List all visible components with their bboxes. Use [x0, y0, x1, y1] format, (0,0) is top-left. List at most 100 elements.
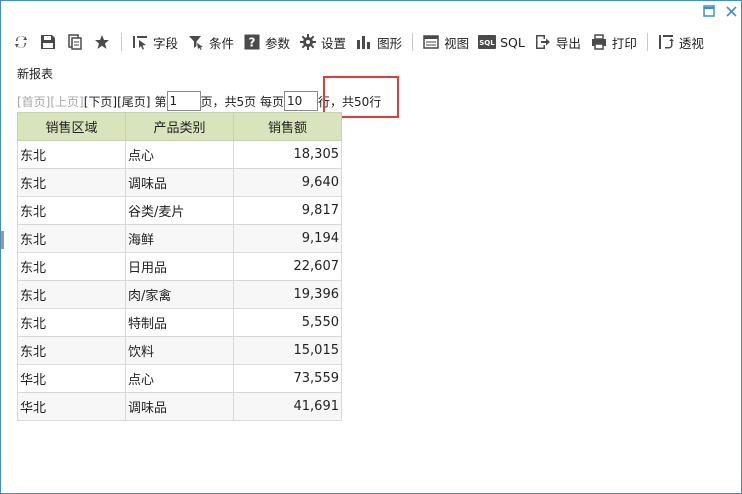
- filter-icon: [187, 33, 205, 51]
- sales-cell: 19,396: [233, 280, 342, 309]
- category-cell: 海鲜: [125, 224, 234, 253]
- gear-icon: [299, 33, 317, 51]
- print-label: 打印: [611, 35, 637, 51]
- export-button[interactable]: 导出: [531, 29, 584, 55]
- page-suffix: 页，共5页 每页: [200, 94, 284, 109]
- save-icon: [39, 33, 57, 51]
- column-header[interactable]: 销售区域: [17, 112, 126, 141]
- next-page-link[interactable]: [下页]: [84, 93, 117, 110]
- table-row: 东北 点心 18,305: [17, 140, 342, 169]
- save-as-icon: [66, 33, 84, 51]
- region-cell: 东北: [17, 336, 126, 365]
- export-icon: [534, 33, 552, 51]
- table-row: 东北 调味品 9,640: [17, 168, 342, 197]
- region-cell: 华北: [17, 392, 126, 421]
- table-row: 东北 日用品 22,607: [17, 252, 342, 281]
- region-cell: 东北: [17, 308, 126, 337]
- chart-icon: [355, 33, 373, 51]
- settings-button[interactable]: 设置: [296, 29, 349, 55]
- report-table: 销售区域 产品类别 销售额 东北 点心 18,305 东北 调味品 9,640 东北 谷类…: [17, 112, 342, 421]
- svg-text:?: ?: [249, 36, 256, 50]
- page-size-input[interactable]: [283, 91, 318, 111]
- field-label: 字段: [153, 35, 179, 51]
- table-row: 东北 谷类/麦片 9,817: [17, 196, 342, 225]
- sales-cell: 15,015: [233, 336, 342, 365]
- table-row: 东北 海鲜 9,194: [17, 224, 342, 253]
- toolbar-separator: [412, 33, 414, 51]
- close-icon[interactable]: [723, 5, 739, 21]
- param-icon: ?: [243, 33, 261, 51]
- param-label: 参数: [265, 35, 291, 51]
- pivot-button[interactable]: 透视: [654, 29, 707, 55]
- sales-cell: 41,691: [233, 392, 342, 421]
- refresh-icon: [12, 33, 30, 51]
- report-window: 字段 条件 ? 参数 设置 图形 视图 SQL SQL 导出 打印 透视 新报表…: [0, 0, 742, 494]
- save-button[interactable]: [36, 29, 60, 55]
- view-button[interactable]: 视图: [419, 29, 472, 55]
- region-cell: 东北: [17, 252, 126, 281]
- region-cell: 华北: [17, 364, 126, 393]
- first-page-link[interactable]: [首页]: [17, 93, 50, 110]
- chart-label: 图形: [377, 35, 403, 51]
- report-title: 新报表: [17, 67, 54, 81]
- region-cell: 东北: [17, 168, 126, 197]
- sales-cell: 9,194: [233, 224, 342, 253]
- page-number-input[interactable]: [166, 91, 201, 111]
- export-label: 导出: [555, 35, 581, 51]
- svg-text:SQL: SQL: [479, 39, 495, 47]
- table-row: 东北 特制品 5,550: [17, 308, 342, 337]
- column-header[interactable]: 销售额: [233, 112, 342, 141]
- table-row: 东北 饮料 15,015: [17, 336, 342, 365]
- category-cell: 日用品: [125, 252, 234, 281]
- page-prefix: 第: [154, 94, 167, 109]
- param-button[interactable]: ? 参数: [240, 29, 293, 55]
- settings-label: 设置: [321, 35, 347, 51]
- sales-cell: 9,640: [233, 168, 342, 197]
- chart-button[interactable]: 图形: [352, 29, 405, 55]
- category-cell: 调味品: [125, 392, 234, 421]
- column-header[interactable]: 产品类别: [125, 112, 234, 141]
- toolbar-separator: [646, 33, 648, 51]
- table-row: 华北 点心 73,559: [17, 364, 342, 393]
- refresh-button[interactable]: [9, 29, 33, 55]
- table-row: 华北 调味品 41,691: [17, 392, 342, 421]
- region-cell: 东北: [17, 224, 126, 253]
- sql-label: SQL: [500, 34, 525, 50]
- table-row: 东北 肉/家禽 19,396: [17, 280, 342, 309]
- pivot-icon: [657, 33, 675, 51]
- prev-page-link[interactable]: [上页]: [50, 93, 83, 110]
- category-cell: 点心: [125, 364, 234, 393]
- favorite-button[interactable]: [90, 29, 114, 55]
- view-label: 视图: [444, 35, 470, 51]
- sales-cell: 5,550: [233, 308, 342, 337]
- category-cell: 谷类/麦片: [125, 196, 234, 225]
- print-button[interactable]: 打印: [587, 29, 640, 55]
- save-as-button[interactable]: [63, 29, 87, 55]
- category-cell: 调味品: [125, 168, 234, 197]
- region-cell: 东北: [17, 196, 126, 225]
- region-cell: 东北: [17, 140, 126, 169]
- last-page-link[interactable]: [尾页]: [117, 93, 150, 110]
- sql-button[interactable]: SQL SQL: [475, 29, 528, 55]
- filter-label: 条件: [209, 35, 235, 51]
- toolbar: 字段 条件 ? 参数 设置 图形 视图 SQL SQL 导出 打印 透视: [1, 27, 741, 57]
- field-icon: [131, 33, 149, 51]
- field-button[interactable]: 字段: [128, 29, 181, 55]
- title-bar: [1, 1, 741, 25]
- view-icon: [422, 33, 440, 51]
- category-cell: 肉/家禽: [125, 280, 234, 309]
- toolbar-separator: [121, 33, 122, 51]
- pivot-label: 透视: [678, 35, 704, 51]
- category-cell: 饮料: [125, 336, 234, 365]
- maximize-icon[interactable]: [701, 5, 717, 21]
- table-header-row: 销售区域 产品类别 销售额: [17, 112, 342, 141]
- sql-icon: SQL: [478, 33, 497, 51]
- star-icon: [93, 33, 111, 51]
- filter-button[interactable]: 条件: [184, 29, 237, 55]
- splitter-handle[interactable]: [1, 231, 4, 249]
- sales-cell: 18,305: [233, 140, 342, 169]
- print-icon: [590, 33, 608, 51]
- sales-cell: 22,607: [233, 252, 342, 281]
- sales-cell: 9,817: [233, 196, 342, 225]
- category-cell: 特制品: [125, 308, 234, 337]
